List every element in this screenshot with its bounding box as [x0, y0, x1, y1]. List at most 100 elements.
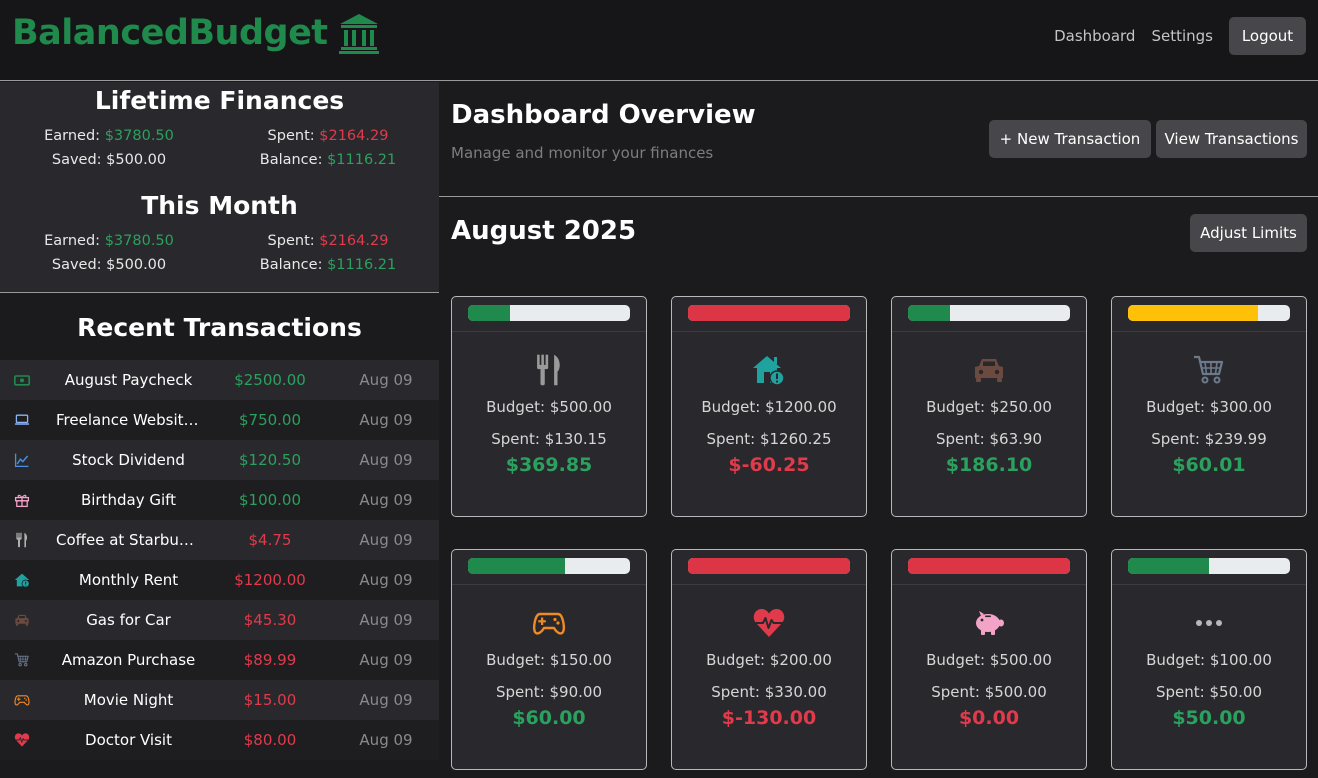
transaction-date: Aug 09	[359, 491, 413, 509]
budget-card[interactable]: Budget: $300.00 Spent: $239.99 $60.01	[1111, 296, 1307, 517]
utensils-icon	[452, 353, 646, 387]
lifetime-finances-title: Lifetime Finances	[94, 86, 345, 115]
transaction-row[interactable]: August Paycheck $2500.00 Aug 09	[0, 360, 439, 400]
transaction-date: Aug 09	[359, 411, 413, 429]
lifetime-saved-value: $500.00	[106, 152, 167, 168]
transaction-date: Aug 09	[359, 691, 413, 709]
transaction-row[interactable]: Freelance Website... $750.00 Aug 09	[0, 400, 439, 440]
lifetime-balance: Balance: $1116.21	[260, 152, 397, 168]
transaction-amount: $750.00	[238, 411, 302, 429]
transaction-date: Aug 09	[359, 651, 413, 669]
logout-button[interactable]: Logout	[1229, 17, 1306, 55]
budget-progress-fill	[688, 558, 850, 574]
cart-icon	[1112, 353, 1306, 387]
budget-card-header	[1112, 297, 1306, 332]
gift-icon	[14, 492, 32, 508]
cart-icon	[14, 652, 32, 668]
budget-card[interactable]: Budget: $500.00 Spent: $500.00 $0.00	[891, 549, 1087, 770]
budget-progress-fill	[688, 305, 850, 321]
house-alert-icon	[672, 353, 866, 387]
lifetime-earned-value: $3780.50	[104, 128, 174, 144]
nav-settings-link[interactable]: Settings	[1151, 27, 1213, 45]
budget-progress-fill	[1128, 558, 1209, 574]
budget-amount: Budget: $100.00	[1146, 651, 1272, 669]
transaction-row[interactable]: Gas for Car $45.30 Aug 09	[0, 600, 439, 640]
remaining-amount: $-60.25	[728, 454, 810, 476]
transaction-row[interactable]: Birthday Gift $100.00 Aug 09	[0, 480, 439, 520]
budget-progress-bar	[468, 305, 630, 321]
budget-progress-bar	[908, 305, 1070, 321]
remaining-amount: $60.01	[1172, 454, 1246, 476]
chart-line-icon	[14, 452, 32, 468]
transaction-name: Freelance Website...	[56, 411, 201, 429]
transaction-row[interactable]: Movie Night $15.00 Aug 09	[0, 680, 439, 720]
transaction-name: Movie Night	[83, 691, 174, 709]
transaction-row[interactable]: Coffee at Starbucks $4.75 Aug 09	[0, 520, 439, 560]
budget-card[interactable]: Budget: $100.00 Spent: $50.00 $50.00	[1111, 549, 1307, 770]
budget-progress-bar	[1128, 305, 1290, 321]
transaction-name: August Paycheck	[64, 371, 193, 389]
budget-card[interactable]: Budget: $250.00 Spent: $63.90 $186.10	[891, 296, 1087, 517]
budget-card-header	[1112, 550, 1306, 585]
laptop-icon	[14, 412, 32, 428]
transaction-date: Aug 09	[359, 571, 413, 589]
transaction-amount: $120.50	[238, 451, 302, 469]
lifetime-spent-label: Spent:	[267, 128, 315, 144]
month-earned: Earned: $3780.50	[44, 233, 174, 249]
lifetime-spent-value: $2164.29	[319, 128, 389, 144]
budget-progress-fill	[908, 558, 1070, 574]
transaction-row[interactable]: Amazon Purchase $89.99 Aug 09	[0, 640, 439, 680]
transaction-name: Stock Dividend	[72, 451, 185, 469]
budget-card[interactable]: Budget: $500.00 Spent: $130.15 $369.85	[451, 296, 647, 517]
transaction-date: Aug 09	[359, 371, 413, 389]
lifetime-earned: Earned: $3780.50	[44, 128, 174, 144]
transaction-row[interactable]: Monthly Rent $1200.00 Aug 09	[0, 560, 439, 600]
lifetime-balance-value: $1116.21	[327, 152, 397, 168]
budget-card-header	[892, 550, 1086, 585]
transaction-amount: $15.00	[243, 691, 297, 709]
transaction-amount: $2500.00	[234, 371, 306, 389]
finances-summary-panel: Lifetime Finances Earned: $3780.50 Spent…	[0, 82, 439, 293]
budget-amount: Budget: $1200.00	[701, 398, 837, 416]
transaction-name: Doctor Visit	[85, 731, 172, 749]
remaining-amount: $50.00	[1172, 707, 1246, 729]
budget-card[interactable]: Budget: $200.00 Spent: $330.00 $-130.00	[671, 549, 867, 770]
month-saved: Saved: $500.00	[52, 257, 166, 273]
budget-card-header	[672, 550, 866, 585]
transaction-amount: $100.00	[238, 491, 302, 509]
brand-name[interactable]: BalancedBudget	[12, 13, 328, 53]
budget-progress-fill	[908, 305, 951, 321]
piggy-bank-icon	[892, 606, 1086, 640]
remaining-amount: $369.85	[505, 454, 593, 476]
budget-amount: Budget: $250.00	[926, 398, 1052, 416]
view-transactions-button[interactable]: View Transactions	[1156, 120, 1307, 158]
brand[interactable]: BalancedBudget	[12, 12, 380, 54]
budget-card[interactable]: Budget: $150.00 Spent: $90.00 $60.00	[451, 549, 647, 770]
month-spent-label: Spent:	[267, 233, 315, 249]
recent-transactions-list: August Paycheck $2500.00 Aug 09 Freelance W…	[0, 360, 439, 760]
transaction-row[interactable]: Stock Dividend $120.50 Aug 09	[0, 440, 439, 480]
recent-transactions-title: Recent Transactions	[77, 313, 362, 342]
budget-amount: Budget: $200.00	[706, 651, 832, 669]
nav-dashboard-link[interactable]: Dashboard	[1054, 27, 1135, 45]
spent-amount: Spent: $1260.25	[706, 430, 832, 448]
bank-icon	[338, 12, 380, 54]
budget-progress-bar	[468, 558, 630, 574]
budget-card[interactable]: Budget: $1200.00 Spent: $1260.25 $-60.25	[671, 296, 867, 517]
adjust-limits-button[interactable]: Adjust Limits	[1190, 214, 1307, 252]
car-icon	[14, 612, 32, 628]
budget-progress-fill	[1128, 305, 1258, 321]
month-saved-value: $500.00	[106, 257, 167, 273]
budget-amount: Budget: $500.00	[486, 398, 612, 416]
spent-amount: Spent: $500.00	[931, 683, 1047, 701]
lifetime-saved-label: Saved:	[51, 152, 102, 168]
sidebar: Lifetime Finances Earned: $3780.50 Spent…	[0, 82, 439, 778]
new-transaction-button[interactable]: + New Transaction	[989, 120, 1151, 158]
lifetime-saved: Saved: $500.00	[52, 152, 166, 168]
lifetime-balance-label: Balance:	[259, 152, 323, 168]
budget-amount: Budget: $500.00	[926, 651, 1052, 669]
transaction-row[interactable]: Doctor Visit $80.00 Aug 09	[0, 720, 439, 760]
budget-progress-bar	[1128, 558, 1290, 574]
gamepad-icon	[452, 606, 646, 640]
remaining-amount: $60.00	[512, 707, 586, 729]
